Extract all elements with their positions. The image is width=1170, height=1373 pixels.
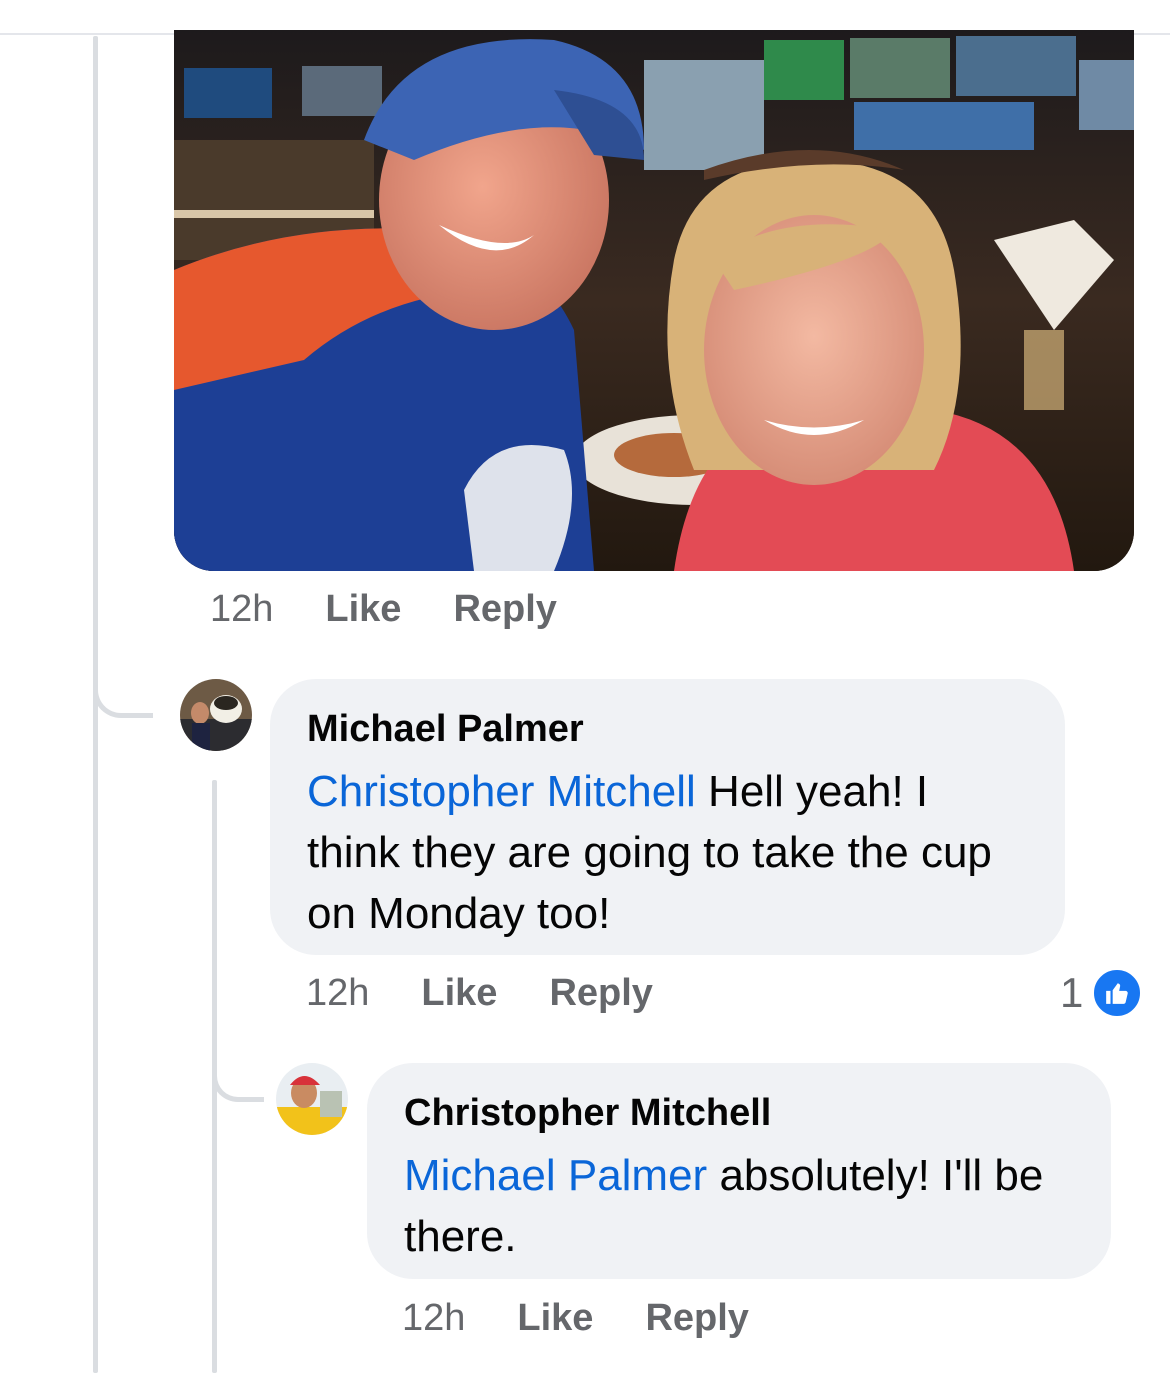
comment-bubble: Christopher Mitchell Michael Palmer abso…	[367, 1063, 1111, 1279]
timestamp: 12h	[210, 588, 274, 630]
like-button[interactable]: Like	[421, 972, 497, 1015]
reply-button[interactable]: Reply	[453, 588, 556, 631]
thread-connector	[93, 640, 153, 718]
comment-actions: 12h Like Reply	[306, 972, 705, 1015]
reaction-count: 1	[1060, 969, 1084, 1016]
comment-bubble: Michael Palmer Christopher Mitchell Hell…	[270, 679, 1065, 955]
timestamp: 12h	[306, 972, 370, 1014]
avatar-image	[180, 679, 252, 751]
thumbs-up-icon	[1091, 967, 1144, 1019]
timestamp: 12h	[402, 1297, 466, 1339]
photo-illustration	[174, 30, 1134, 571]
comment-author[interactable]: Michael Palmer	[307, 707, 1029, 751]
reply-thread-connector	[212, 1030, 264, 1102]
comment-text: Christopher Mitchell Hell yeah! I think …	[307, 761, 1029, 944]
reply-button[interactable]: Reply	[645, 1297, 748, 1340]
reaction-summary[interactable]: 1	[1060, 967, 1144, 1019]
mention-link[interactable]: Michael Palmer	[404, 1151, 707, 1200]
avatar-image	[276, 1063, 348, 1135]
comment-actions: 12h Like Reply	[402, 1297, 801, 1340]
comment-text: Michael Palmer absolutely! I'll be there…	[404, 1145, 1075, 1267]
avatar-michael-palmer[interactable]	[180, 679, 252, 751]
comment-author[interactable]: Christopher Mitchell	[404, 1091, 1075, 1135]
photo-comment-actions: 12h Like Reply	[210, 588, 609, 631]
comment-photo[interactable]	[174, 30, 1134, 571]
mention-link[interactable]: Christopher Mitchell	[307, 767, 696, 816]
like-button[interactable]: Like	[517, 1297, 593, 1340]
reply-button[interactable]: Reply	[549, 972, 652, 1015]
avatar-christopher-mitchell[interactable]	[276, 1063, 348, 1135]
like-button[interactable]: Like	[325, 588, 401, 631]
